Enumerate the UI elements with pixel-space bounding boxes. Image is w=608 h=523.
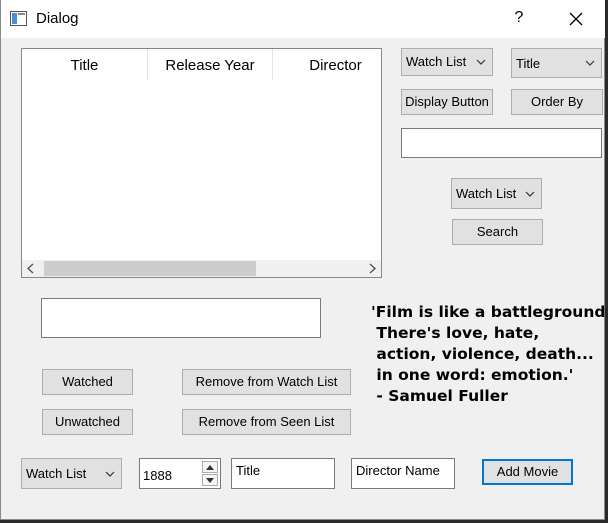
release-year-spinbox[interactable]: 1888: [139, 458, 221, 489]
add-list-combo-value: Watch List: [26, 466, 87, 481]
column-header-director[interactable]: Director: [273, 49, 398, 80]
sort-field-combo[interactable]: Title: [511, 48, 602, 78]
table-header: Title Release Year Director: [22, 49, 381, 81]
scrollbar-thumb[interactable]: [44, 261, 256, 276]
add-movie-button[interactable]: Add Movie: [482, 459, 573, 485]
movie-table[interactable]: Title Release Year Director: [21, 48, 382, 278]
sort-field-combo-value: Title: [516, 56, 541, 71]
column-header-release-year[interactable]: Release Year: [148, 49, 273, 80]
increment-button[interactable]: [202, 461, 218, 473]
search-button[interactable]: Search: [452, 219, 543, 245]
chevron-down-icon: [105, 471, 115, 477]
close-button[interactable]: [562, 7, 590, 31]
scroll-right-icon[interactable]: [367, 263, 377, 274]
scroll-left-icon[interactable]: [26, 263, 36, 274]
chevron-down-icon: [476, 59, 486, 65]
chevron-up-icon: [206, 464, 214, 470]
order-by-button[interactable]: Order By: [511, 89, 603, 115]
window-title: Dialog: [36, 10, 79, 27]
decrement-button[interactable]: [202, 474, 218, 486]
chevron-down-icon: [585, 60, 595, 66]
column-header-title[interactable]: Title: [22, 49, 148, 80]
add-list-combo[interactable]: Watch List: [21, 458, 122, 489]
title-bar: Dialog ?: [1, 0, 605, 38]
display-button[interactable]: Display Button: [401, 89, 493, 115]
remove-from-watch-list-button[interactable]: Remove from Watch List: [182, 369, 351, 395]
search-list-combo-value: Watch List: [456, 186, 517, 201]
close-icon: [569, 12, 583, 26]
unwatched-button[interactable]: Unwatched: [42, 409, 133, 435]
search-input[interactable]: [401, 128, 602, 158]
chevron-down-icon: [525, 191, 535, 197]
list-combo[interactable]: Watch List: [401, 48, 493, 76]
dialog-window: Dialog ? Title Release Year Director Wat…: [0, 0, 608, 520]
movie-detail-field[interactable]: [41, 298, 321, 338]
app-window-icon: [10, 11, 27, 26]
watched-button[interactable]: Watched: [42, 369, 133, 395]
list-combo-value: Watch List: [406, 54, 467, 69]
help-button[interactable]: ?: [509, 9, 529, 29]
director-name-input[interactable]: Director Name: [351, 458, 455, 489]
title-input[interactable]: Title: [231, 458, 335, 489]
horizontal-scrollbar[interactable]: [22, 260, 381, 277]
remove-from-seen-list-button[interactable]: Remove from Seen List: [182, 409, 351, 435]
quote-text: 'Film is like a battleground. There's lo…: [371, 303, 608, 405]
chevron-down-icon: [206, 477, 214, 483]
search-list-combo[interactable]: Watch List: [451, 178, 542, 209]
release-year-value: 1888: [143, 468, 172, 483]
